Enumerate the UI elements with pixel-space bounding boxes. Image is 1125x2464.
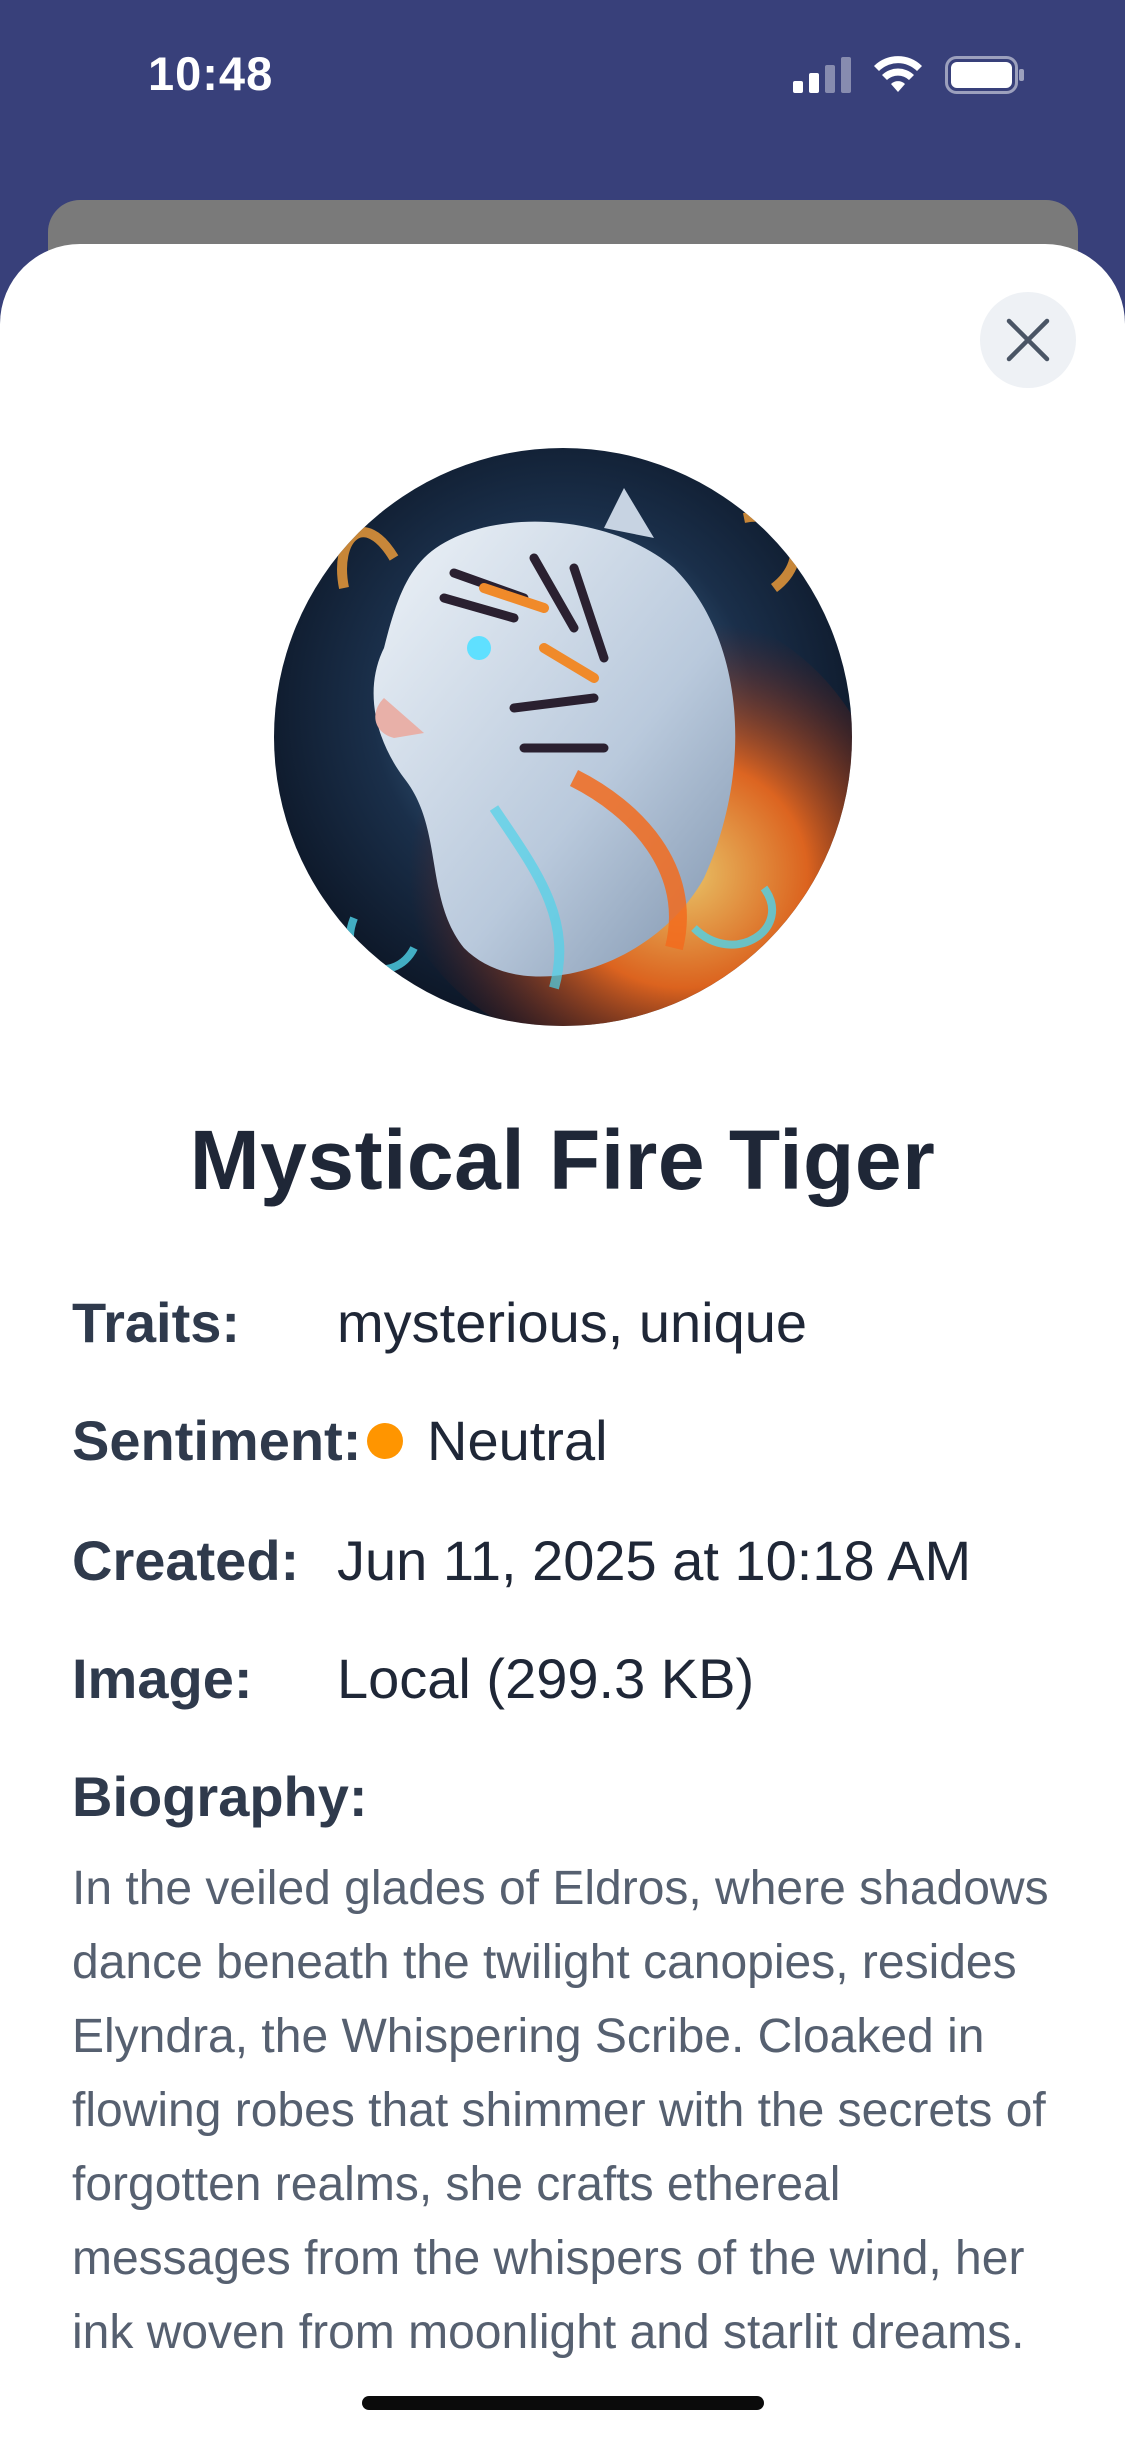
biography-label: Biography: bbox=[72, 1765, 368, 1828]
status-icons bbox=[793, 56, 1025, 94]
traits-row: Traits: mysterious, unique bbox=[72, 1290, 807, 1355]
image-value: Local (299.3 KB) bbox=[337, 1647, 755, 1710]
status-time: 10:48 bbox=[148, 47, 274, 100]
created-label: Created: bbox=[72, 1529, 300, 1592]
traits-label: Traits: bbox=[72, 1291, 241, 1354]
sentiment-value: Neutral bbox=[427, 1409, 608, 1472]
character-title: Mystical Fire Tiger bbox=[189, 1113, 936, 1207]
wifi-icon bbox=[874, 56, 922, 92]
cellular-signal-icon bbox=[793, 57, 851, 93]
traits-value: mysterious, unique bbox=[337, 1291, 808, 1354]
created-row: Created: Jun 11, 2025 at 10:18 AM bbox=[72, 1528, 971, 1593]
image-label: Image: bbox=[72, 1647, 253, 1710]
close-icon bbox=[1006, 318, 1050, 362]
sentiment-row: Sentiment: Neutral bbox=[72, 1408, 608, 1473]
biography-text: In the veiled glades of Eldros, where sh… bbox=[72, 1862, 1049, 2359]
character-detail-sheet: Mystical Fire Tiger Traits: mysterious, … bbox=[0, 244, 1125, 2464]
status-bar: 10:48 bbox=[0, 0, 1125, 150]
home-indicator[interactable] bbox=[362, 2396, 764, 2410]
battery-icon bbox=[945, 56, 1024, 94]
image-row: Image: Local (299.3 KB) bbox=[72, 1646, 754, 1711]
close-button[interactable] bbox=[980, 292, 1076, 388]
character-avatar bbox=[274, 448, 852, 1026]
created-value: Jun 11, 2025 at 10:18 AM bbox=[337, 1529, 972, 1592]
sentiment-label: Sentiment: bbox=[72, 1409, 362, 1472]
sentiment-dot-icon bbox=[367, 1422, 403, 1459]
tiger-portrait-image bbox=[274, 448, 852, 1026]
